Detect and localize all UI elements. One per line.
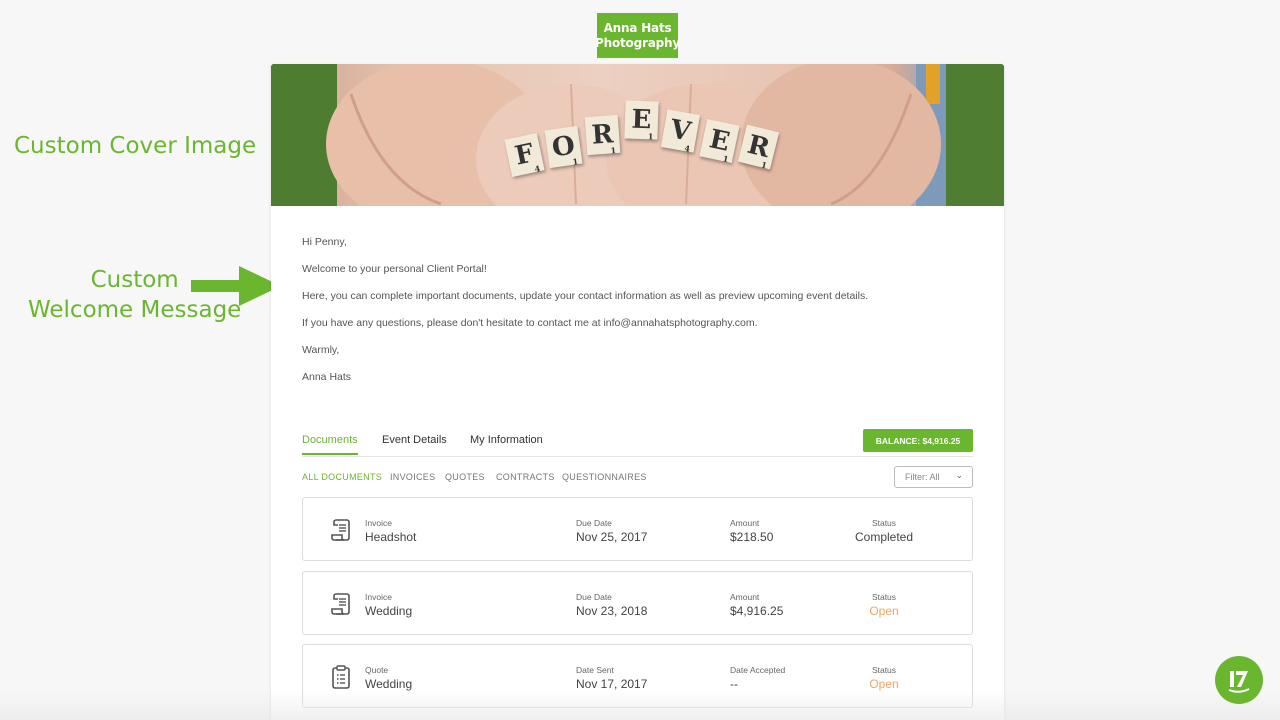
document-status: Status Open xyxy=(844,592,924,618)
tile-score: 1 xyxy=(571,156,579,167)
balance-button[interactable]: BALANCE: $4,916.25 xyxy=(863,429,973,452)
amount-label: Amount xyxy=(730,592,760,602)
document-status: Status Completed xyxy=(844,518,924,544)
filter-label: Filter: All xyxy=(905,472,940,482)
document-amount: Amount $4,916.25 xyxy=(730,592,783,618)
date-value: Nov 23, 2018 xyxy=(576,604,648,618)
seventeen-logo-icon xyxy=(1228,671,1250,693)
date-label: Due Date xyxy=(576,592,612,602)
bottom-fade xyxy=(0,690,1280,720)
document-type: Invoice xyxy=(365,592,392,602)
tile-5: V4 xyxy=(660,109,701,154)
cover-image: F4 O1 R1 E1 V4 E1 R1 xyxy=(271,64,1004,206)
welcome-greeting: Hi Penny, xyxy=(302,236,347,248)
document-name: Headshot xyxy=(365,530,417,544)
welcome-line-1: Welcome to your personal Client Portal! xyxy=(302,263,487,275)
document-date: Due Date Nov 23, 2018 xyxy=(576,592,647,618)
status-value: Completed xyxy=(854,530,914,544)
document-type: Quote xyxy=(365,665,389,675)
status-value: Open xyxy=(869,677,899,691)
document-title: Invoice Wedding xyxy=(365,592,412,618)
date-value: Nov 25, 2017 xyxy=(576,530,648,544)
amount-value: $4,916.25 xyxy=(730,604,784,618)
scrabble-tiles: F4 O1 R1 E1 V4 E1 R1 xyxy=(271,64,1004,206)
subtab-invoices[interactable]: INVOICES xyxy=(390,472,435,482)
status-label: Status xyxy=(871,592,897,602)
tile-score: 1 xyxy=(610,145,617,156)
brand-badge-icon xyxy=(1215,656,1263,704)
document-amount: Amount $218.50 xyxy=(730,518,773,544)
tile-letter: V xyxy=(667,114,694,148)
clipboard-icon xyxy=(332,665,350,689)
date-label: Date Sent xyxy=(576,665,614,675)
arrow-right-icon xyxy=(191,266,281,306)
document-row[interactable]: Invoice Wedding Due Date Nov 23, 2018 Am… xyxy=(302,571,973,635)
welcome-signoff: Warmly, xyxy=(302,344,340,356)
document-type: Invoice xyxy=(365,518,392,528)
tile-7: R1 xyxy=(737,124,780,171)
tile-score: 1 xyxy=(721,153,730,165)
subtab-all-documents[interactable]: ALL DOCUMENTS xyxy=(302,472,382,482)
subtab-quotes[interactable]: QUOTES xyxy=(445,472,485,482)
status-label: Status xyxy=(871,665,897,675)
amount-label: Amount xyxy=(730,518,760,528)
amount-value: -- xyxy=(730,677,738,691)
client-portal-card: F4 O1 R1 E1 V4 E1 R1 Hi Penny, Welcome t… xyxy=(271,64,1004,720)
tile-letter: R xyxy=(744,129,773,165)
status-label: Status xyxy=(871,518,897,528)
subtab-contracts[interactable]: CONTRACTS xyxy=(496,472,555,482)
tab-documents[interactable]: Documents xyxy=(302,434,358,455)
document-name: Wedding xyxy=(365,677,413,691)
tab-my-information[interactable]: My Information xyxy=(470,434,543,453)
tile-6: E1 xyxy=(699,118,740,165)
tile-score: 1 xyxy=(647,131,654,142)
status-value: Open xyxy=(869,604,899,618)
tile-3: R1 xyxy=(584,114,621,156)
welcome-line-3: If you have any questions, please don't … xyxy=(302,317,758,329)
date-label: Due Date xyxy=(576,518,612,528)
tile-score: 4 xyxy=(683,143,691,154)
chevron-down-icon: ⌄ xyxy=(955,470,963,480)
date-value: Nov 17, 2017 xyxy=(576,677,648,691)
document-title: Invoice Headshot xyxy=(365,518,416,544)
brand-logo-text: Anna Hats Photography xyxy=(595,20,680,50)
subtab-questionnaires[interactable]: QUESTIONNAIRES xyxy=(562,472,647,482)
document-row[interactable]: Invoice Headshot Due Date Nov 25, 2017 A… xyxy=(302,497,973,561)
welcome-message: Hi Penny, Welcome to your personal Clien… xyxy=(302,236,868,398)
document-amount: Date Accepted -- xyxy=(730,665,785,691)
invoice-scroll-icon xyxy=(331,519,350,541)
amount-value: $218.50 xyxy=(730,530,774,544)
tile-1: F4 xyxy=(504,132,545,178)
tab-event-details[interactable]: Event Details xyxy=(382,434,447,453)
tile-4: E1 xyxy=(624,100,659,142)
tile-score: 1 xyxy=(760,159,768,171)
document-date: Date Sent Nov 17, 2017 xyxy=(576,665,647,691)
document-title: Quote Wedding xyxy=(365,665,412,691)
filter-dropdown[interactable]: Filter: All ⌄ xyxy=(894,466,973,488)
annotation-cover-image: Custom Cover Image xyxy=(14,133,257,159)
invoice-scroll-icon xyxy=(331,593,350,615)
welcome-signature: Anna Hats xyxy=(302,371,352,383)
welcome-line-2: Here, you can complete important documen… xyxy=(302,290,869,302)
document-status: Status Open xyxy=(844,665,924,691)
document-date: Due Date Nov 25, 2017 xyxy=(576,518,647,544)
document-name: Wedding xyxy=(365,604,413,618)
tile-letter: F xyxy=(512,138,537,172)
tile-letter: E xyxy=(706,124,733,158)
tile-score: 4 xyxy=(533,163,542,175)
brand-logo: Anna Hats Photography xyxy=(595,13,680,58)
tile-2: O1 xyxy=(544,125,583,169)
amount-label: Date Accepted xyxy=(730,665,786,675)
